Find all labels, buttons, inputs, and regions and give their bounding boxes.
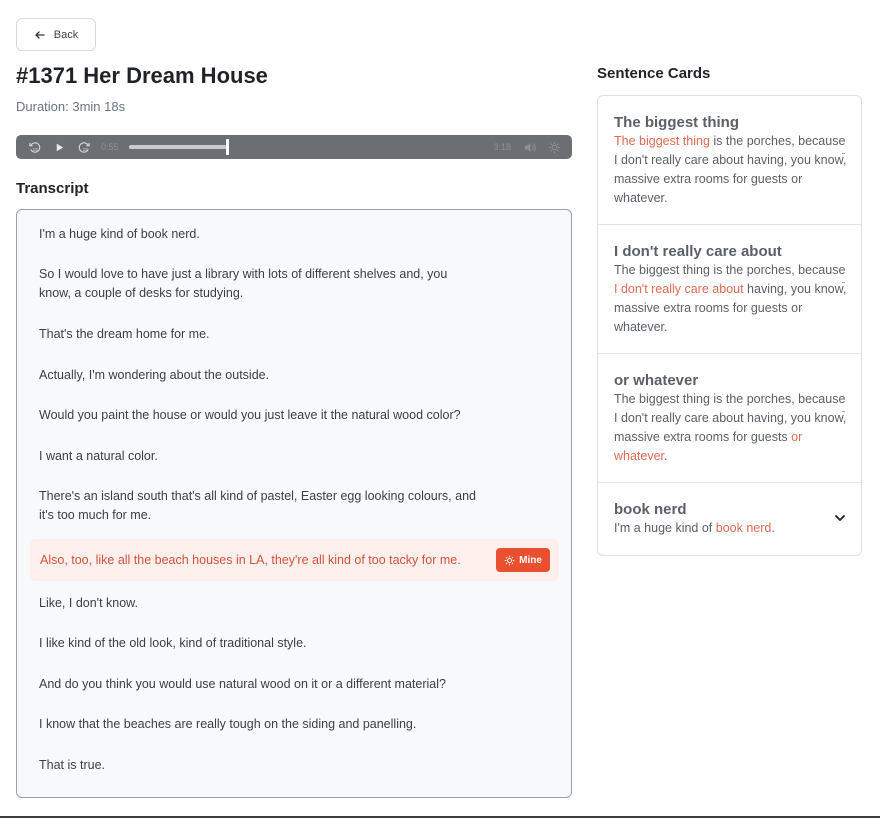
transcript-heading: Transcript: [16, 180, 89, 197]
mine-label: Mine: [519, 554, 542, 566]
sentence-card[interactable]: The biggest thing The biggest thing is t…: [598, 96, 861, 225]
volume-icon: [524, 142, 536, 152]
gear-icon: [548, 141, 560, 153]
truncation-mark: [842, 153, 845, 154]
forward-15-button[interactable]: 15: [76, 139, 92, 155]
arrow-left-icon: [35, 30, 45, 39]
volume-button[interactable]: [521, 139, 537, 155]
sun-icon: [504, 555, 515, 565]
card-highlight: The biggest thing: [614, 134, 710, 148]
back-label: Back: [53, 28, 79, 41]
rewind-15-button[interactable]: 15: [26, 139, 42, 155]
card-sentence: The biggest thing is the porches, becaus…: [614, 134, 847, 205]
transcript-line[interactable]: So I would love to have just a library w…: [39, 265, 479, 303]
truncation-mark: [842, 411, 845, 412]
sentence-cards-heading: Sentence Cards: [597, 65, 711, 82]
transcript-line[interactable]: I want a natural color.: [39, 447, 479, 466]
card-title: I don't really care about: [614, 243, 782, 260]
back-button[interactable]: Back: [16, 18, 96, 51]
sentence-card[interactable]: I don't really care about The biggest th…: [598, 225, 861, 354]
selected-line-text: Also, too, like all the beach houses in …: [40, 552, 461, 567]
forward-15-icon: 15: [78, 141, 90, 153]
play-icon: [56, 143, 63, 151]
progress-thumb[interactable]: [225, 139, 229, 155]
card-sentence: I'm a huge kind of book nerd.: [614, 521, 775, 535]
transcript-line[interactable]: That's the dream home for me.: [39, 325, 479, 344]
card-title: The biggest thing: [614, 114, 739, 131]
transcript-line[interactable]: There's an island south that's all kind …: [39, 487, 479, 525]
play-button[interactable]: [51, 139, 67, 155]
sentence-card[interactable]: book nerd I'm a huge kind of book nerd.: [598, 483, 861, 555]
transcript-line[interactable]: That is true.: [39, 756, 479, 775]
transcript-line[interactable]: I'm a huge kind of book nerd.: [39, 225, 479, 244]
transcript-line-selected[interactable]: Also, too, like all the beach houses in …: [30, 539, 559, 581]
rewind-15-icon: 15: [28, 141, 40, 153]
svg-text:15: 15: [32, 147, 38, 152]
sentence-card[interactable]: or whatever The biggest thing is the por…: [598, 354, 861, 483]
transcript-line[interactable]: Like, I don't know.: [39, 594, 479, 613]
card-sentence: The biggest thing is the porches, becaus…: [614, 392, 847, 463]
progress-slider[interactable]: [128, 139, 229, 155]
card-highlight: I don't really care about: [614, 282, 744, 296]
settings-button[interactable]: [546, 139, 562, 155]
card-sentence: The biggest thing is the porches, becaus…: [614, 263, 847, 334]
progress-fill: [128, 145, 226, 149]
page-title: #1371 Her Dream House: [16, 63, 268, 88]
truncation-mark: [842, 282, 845, 283]
transcript-line[interactable]: And do you think you would use natural w…: [39, 675, 479, 694]
total-time: 3:18: [493, 142, 511, 152]
duration-text: Duration: 3min 18s: [16, 99, 126, 114]
transcript-line[interactable]: I know that the beaches are really tough…: [39, 715, 479, 734]
chevron-down-icon[interactable]: [833, 511, 847, 525]
mine-button[interactable]: Mine: [496, 548, 550, 572]
svg-text:15: 15: [82, 147, 88, 152]
sentence-cards-panel: The biggest thing The biggest thing is t…: [597, 95, 862, 556]
current-time: 0:55: [101, 142, 119, 152]
transcript-line[interactable]: I like kind of the old look, kind of tra…: [39, 634, 479, 653]
card-title: or whatever: [614, 372, 699, 389]
transcript-panel: I'm a huge kind of book nerd. So I would…: [16, 209, 572, 798]
card-highlight: book nerd: [715, 521, 772, 535]
audio-player: 15 15 0:55 3:18: [16, 135, 572, 159]
card-title: book nerd: [614, 501, 687, 518]
transcript-line[interactable]: Would you paint the house or would you j…: [39, 406, 479, 425]
transcript-line[interactable]: Actually, I'm wondering about the outsid…: [39, 366, 479, 385]
